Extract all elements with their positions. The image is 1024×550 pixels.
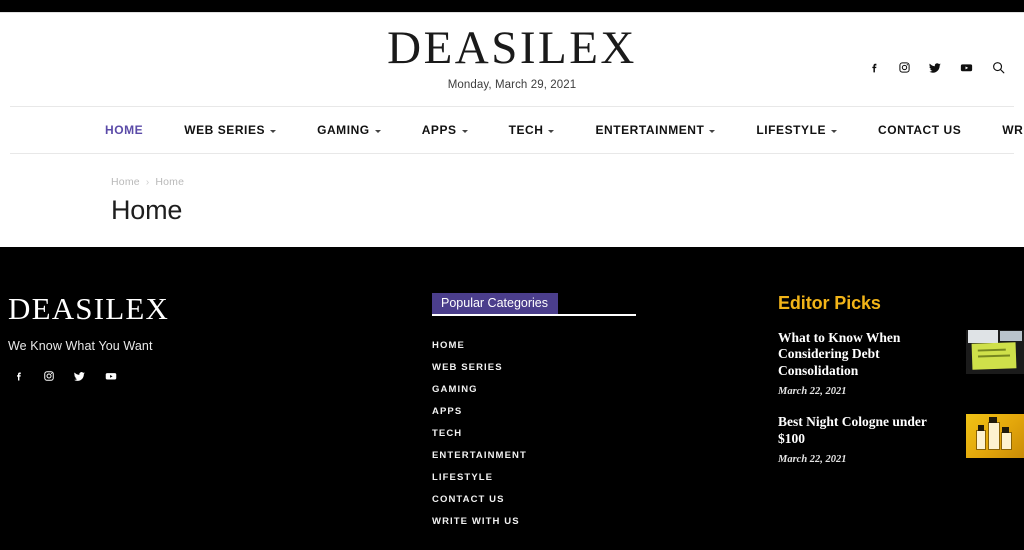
- top-black-bar: [0, 0, 1024, 12]
- facebook-icon[interactable]: [13, 370, 25, 382]
- editor-pick-thumbnail[interactable]: [966, 330, 1024, 374]
- nav-item-label: LIFESTYLE: [756, 123, 827, 137]
- footer-social-links: [8, 369, 432, 383]
- chevron-down-icon: [374, 129, 381, 133]
- instagram-icon[interactable]: [43, 370, 55, 382]
- editor-picks-heading: Editor Picks: [778, 293, 881, 313]
- breadcrumb: Home › Home: [111, 176, 1024, 188]
- footer-logo-text[interactable]: DEASILEX: [8, 293, 432, 324]
- twitter-icon[interactable]: [928, 61, 942, 75]
- editor-pick-title[interactable]: Best Night Cologne under $100: [778, 414, 954, 447]
- thumb-paper-2: [1000, 331, 1022, 341]
- breadcrumb-item[interactable]: Home: [155, 176, 184, 188]
- chevron-down-icon: [548, 129, 555, 133]
- footer-tagline: We Know What You Want: [8, 339, 153, 353]
- footer-category-gaming[interactable]: GAMING: [432, 378, 778, 400]
- nav-item-home[interactable]: HOME: [105, 123, 169, 137]
- footer-category-web-series[interactable]: WEB SERIES: [432, 356, 778, 378]
- editor-pick-title[interactable]: What to Know When Considering Debt Conso…: [778, 330, 954, 379]
- editor-pick-item[interactable]: What to Know When Considering Debt Conso…: [778, 330, 1024, 397]
- youtube-icon[interactable]: [104, 369, 118, 383]
- footer-category-write-with-us[interactable]: WRITE WITH US: [432, 510, 778, 532]
- chevron-down-icon: [461, 129, 468, 133]
- nav-item-web-series[interactable]: WEB SERIES: [184, 123, 302, 137]
- popular-categories-heading-wrap: Popular Categories: [432, 293, 636, 316]
- thumb-paper: [968, 330, 998, 343]
- editor-pick-date: March 22, 2021: [778, 386, 847, 398]
- footer-category-lifestyle[interactable]: LIFESTYLE: [432, 466, 778, 488]
- nav-item-label: TECH: [508, 123, 544, 137]
- thumb-sticky-note: [971, 342, 1017, 370]
- site-footer: DEASILEX We Know What You Want Popular C…: [0, 247, 1024, 550]
- footer-category-home[interactable]: HOME: [432, 334, 778, 356]
- editor-pick-date: March 22, 2021: [778, 454, 847, 466]
- page-title: Home: [111, 195, 183, 225]
- nav-item-label: HOME: [105, 123, 144, 137]
- breadcrumb-item[interactable]: Home: [111, 176, 140, 188]
- footer-category-contact-us[interactable]: CONTACT US: [432, 488, 778, 510]
- footer-category-apps[interactable]: APPS: [432, 400, 778, 422]
- nav-item-gaming[interactable]: GAMING: [317, 123, 407, 137]
- nav-item-contact-us[interactable]: CONTACT US: [878, 123, 987, 137]
- editor-picks-column: Editor Picks What to Know When Consideri…: [778, 293, 1024, 532]
- chevron-down-icon: [709, 129, 716, 133]
- instagram-icon[interactable]: [898, 61, 911, 74]
- nav-item-apps[interactable]: APPS: [422, 123, 494, 137]
- twitter-icon[interactable]: [73, 370, 86, 383]
- site-brand[interactable]: DEASILEX Monday, March 29, 2021: [387, 23, 637, 92]
- main-navigation: HOME WEB SERIES GAMING APPS TECH ENTERTAINMEN…: [10, 106, 1024, 154]
- facebook-icon[interactable]: [868, 61, 881, 74]
- editor-pick-text: Best Night Cologne under $100 March 22, 2…: [778, 414, 954, 465]
- nav-item-label: GAMING: [317, 123, 370, 137]
- header-date: Monday, March 29, 2021: [447, 79, 577, 92]
- nav-item-label: CONTACT US: [878, 123, 962, 137]
- chevron-down-icon: [270, 129, 277, 133]
- footer-category-entertainment[interactable]: ENTERTAINMENT: [432, 444, 778, 466]
- editor-picks-list: What to Know When Considering Debt Conso…: [778, 330, 1024, 465]
- nav-item-entertainment[interactable]: ENTERTAINMENT: [595, 123, 741, 137]
- popular-categories-list: HOME WEB SERIES GAMING APPS TECH ENTERTAINMEN…: [432, 334, 778, 532]
- footer-brand-column: DEASILEX We Know What You Want: [0, 293, 432, 532]
- nav-item-label: WRITE WITH US: [1002, 123, 1024, 137]
- search-icon[interactable]: [991, 60, 1006, 75]
- nav-item-label: WEB SERIES: [184, 123, 266, 137]
- footer-category-tech[interactable]: TECH: [432, 422, 778, 444]
- header-social-links: [868, 60, 1006, 75]
- youtube-icon[interactable]: [959, 60, 974, 75]
- nav-item-label: ENTERTAINMENT: [595, 123, 705, 137]
- site-header: DEASILEX Monday, March 29, 2021: [0, 13, 1024, 106]
- editor-pick-thumbnail[interactable]: [966, 414, 1024, 459]
- nav-item-tech[interactable]: TECH: [509, 123, 581, 137]
- editor-pick-text: What to Know When Considering Debt Conso…: [778, 330, 954, 397]
- nav-item-label: APPS: [421, 123, 457, 137]
- chevron-down-icon: [831, 129, 838, 133]
- nav-item-lifestyle[interactable]: LIFESTYLE: [756, 123, 863, 137]
- editor-pick-item[interactable]: Best Night Cologne under $100 March 22, 2…: [778, 414, 1024, 465]
- nav-list: HOME WEB SERIES GAMING APPS TECH ENTERTAINMEN…: [10, 107, 1024, 153]
- site-logo-text[interactable]: DEASILEX: [387, 23, 637, 73]
- breadcrumb-separator: ›: [145, 176, 150, 188]
- page-header: Home › Home Home: [0, 154, 1024, 247]
- popular-categories-heading: Popular Categories: [432, 293, 559, 314]
- nav-item-write-with-us[interactable]: WRITE WITH US: [1002, 123, 1024, 137]
- popular-categories-column: Popular Categories HOME WEB SERIES GAMING A…: [432, 293, 778, 532]
